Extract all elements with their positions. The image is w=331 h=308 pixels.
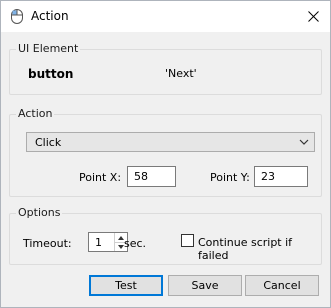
point-x-value: 58 <box>134 170 148 183</box>
ui-element-group-title: UI Element <box>16 42 81 55</box>
point-y-input[interactable]: 23 <box>254 166 308 187</box>
timeout-spinner[interactable]: 1 <box>88 232 128 252</box>
mouse-icon <box>11 9 23 24</box>
ui-element-group: UI Element button 'Next' <box>9 42 322 95</box>
action-group-title: Action <box>16 107 55 120</box>
point-x-label: Point X: <box>79 171 122 184</box>
timeout-label: Timeout: <box>23 237 72 250</box>
point-x-input[interactable]: 58 <box>127 166 176 187</box>
title-bar: Action <box>1 1 330 32</box>
point-y-value: 23 <box>261 170 275 183</box>
test-button[interactable]: Test <box>89 275 163 296</box>
action-select-value: Click <box>35 136 62 149</box>
chevron-down-icon <box>299 139 309 145</box>
save-button[interactable]: Save <box>168 275 242 296</box>
continue-label[interactable]: Continue script if failed <box>198 236 321 262</box>
options-group: Options Timeout: 1 sec. Continue script … <box>9 206 322 265</box>
timeout-unit: sec. <box>124 237 147 250</box>
action-select[interactable]: Click <box>26 132 315 152</box>
options-group-title: Options <box>16 206 63 219</box>
action-dialog: Action UI Element button 'Next' Action C… <box>0 0 331 308</box>
window-title: Action <box>31 9 69 23</box>
close-icon <box>307 11 319 22</box>
action-group: Action Click Point X: 58 Point Y: 23 <box>9 107 322 197</box>
close-button[interactable] <box>296 1 330 32</box>
timeout-value: 1 <box>95 236 102 249</box>
element-name: 'Next' <box>165 67 197 80</box>
cancel-button[interactable]: Cancel <box>245 275 319 296</box>
element-type: button <box>28 67 74 81</box>
point-y-label: Point Y: <box>210 171 250 184</box>
continue-checkbox[interactable] <box>181 234 194 247</box>
